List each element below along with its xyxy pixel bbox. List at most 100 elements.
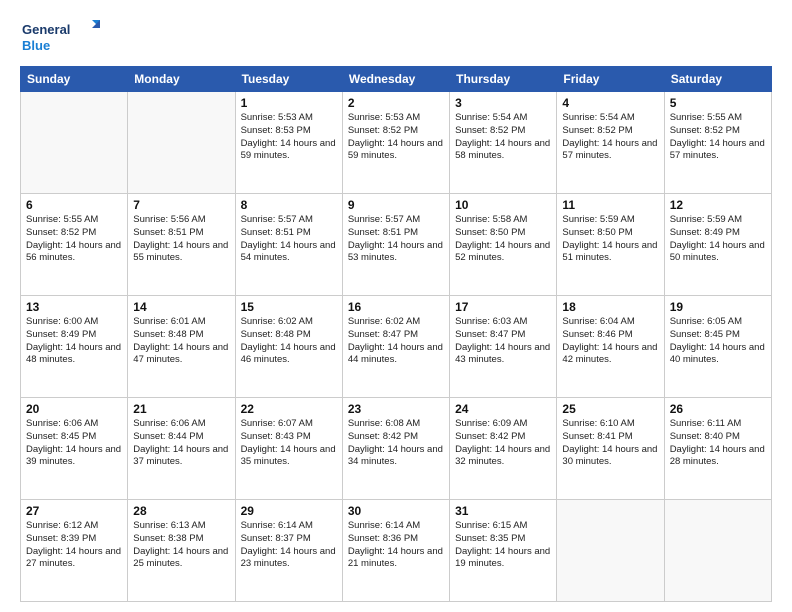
day-info: Sunrise: 5:56 AMSunset: 8:51 PMDaylight:… bbox=[133, 214, 229, 265]
day-number: 2 bbox=[348, 96, 444, 110]
day-info: Sunrise: 6:04 AMSunset: 8:46 PMDaylight:… bbox=[562, 316, 658, 367]
day-info: Sunrise: 5:59 AMSunset: 8:50 PMDaylight:… bbox=[562, 214, 658, 265]
day-number: 20 bbox=[26, 402, 122, 416]
page: General Blue SundayMondayTuesdayWednesda… bbox=[0, 0, 792, 612]
day-info: Sunrise: 5:55 AMSunset: 8:52 PMDaylight:… bbox=[670, 112, 766, 163]
day-number: 31 bbox=[455, 504, 551, 518]
calendar-cell: 28 Sunrise: 6:13 AMSunset: 8:38 PMDayligh… bbox=[128, 500, 235, 602]
calendar-cell: 11 Sunrise: 5:59 AMSunset: 8:50 PMDayligh… bbox=[557, 194, 664, 296]
day-info: Sunrise: 6:02 AMSunset: 8:47 PMDaylight:… bbox=[348, 316, 444, 367]
day-number: 7 bbox=[133, 198, 229, 212]
calendar-cell: 23 Sunrise: 6:08 AMSunset: 8:42 PMDayligh… bbox=[342, 398, 449, 500]
day-info: Sunrise: 6:00 AMSunset: 8:49 PMDaylight:… bbox=[26, 316, 122, 367]
day-number: 28 bbox=[133, 504, 229, 518]
calendar-week-row: 27 Sunrise: 6:12 AMSunset: 8:39 PMDayligh… bbox=[21, 500, 772, 602]
day-number: 26 bbox=[670, 402, 766, 416]
calendar-cell: 9Sunrise: 5:57 AMSunset: 8:51 PMDaylight… bbox=[342, 194, 449, 296]
calendar-cell: 22 Sunrise: 6:07 AMSunset: 8:43 PMDayligh… bbox=[235, 398, 342, 500]
day-info: Sunrise: 5:59 AMSunset: 8:49 PMDaylight:… bbox=[670, 214, 766, 265]
day-number: 8 bbox=[241, 198, 337, 212]
day-info: Sunrise: 5:55 AMSunset: 8:52 PMDaylight:… bbox=[26, 214, 122, 265]
day-number: 14 bbox=[133, 300, 229, 314]
logo-svg: General Blue bbox=[20, 16, 100, 56]
col-header-sunday: Sunday bbox=[21, 67, 128, 92]
calendar-cell: 3 Sunrise: 5:54 AMSunset: 8:52 PMDaylight… bbox=[450, 92, 557, 194]
day-number: 27 bbox=[26, 504, 122, 518]
day-info: Sunrise: 6:10 AMSunset: 8:41 PMDaylight:… bbox=[562, 418, 658, 469]
col-header-monday: Monday bbox=[128, 67, 235, 92]
calendar-cell: 8Sunrise: 5:57 AMSunset: 8:51 PMDaylight… bbox=[235, 194, 342, 296]
calendar-cell: 15Sunrise: 6:02 AMSunset: 8:48 PMDayligh… bbox=[235, 296, 342, 398]
calendar-cell: 5Sunrise: 5:55 AMSunset: 8:52 PMDaylight… bbox=[664, 92, 771, 194]
day-info: Sunrise: 5:58 AMSunset: 8:50 PMDaylight:… bbox=[455, 214, 551, 265]
calendar-week-row: 20 Sunrise: 6:06 AMSunset: 8:45 PMDayligh… bbox=[21, 398, 772, 500]
calendar-cell bbox=[21, 92, 128, 194]
calendar-cell: 4Sunrise: 5:54 AMSunset: 8:52 PMDaylight… bbox=[557, 92, 664, 194]
day-number: 12 bbox=[670, 198, 766, 212]
day-info: Sunrise: 6:12 AMSunset: 8:39 PMDaylight:… bbox=[26, 520, 122, 571]
day-number: 25 bbox=[562, 402, 658, 416]
calendar-cell: 14 Sunrise: 6:01 AMSunset: 8:48 PMDayligh… bbox=[128, 296, 235, 398]
day-number: 30 bbox=[348, 504, 444, 518]
calendar-cell: 31 Sunrise: 6:15 AMSunset: 8:35 PMDayligh… bbox=[450, 500, 557, 602]
col-header-thursday: Thursday bbox=[450, 67, 557, 92]
day-info: Sunrise: 5:53 AMSunset: 8:52 PMDaylight:… bbox=[348, 112, 444, 163]
day-info: Sunrise: 6:01 AMSunset: 8:48 PMDaylight:… bbox=[133, 316, 229, 367]
calendar-cell: 2 Sunrise: 5:53 AMSunset: 8:52 PMDaylight… bbox=[342, 92, 449, 194]
calendar-cell: 21Sunrise: 6:06 AMSunset: 8:44 PMDayligh… bbox=[128, 398, 235, 500]
day-number: 23 bbox=[348, 402, 444, 416]
day-info: Sunrise: 6:15 AMSunset: 8:35 PMDaylight:… bbox=[455, 520, 551, 571]
calendar-cell: 10 Sunrise: 5:58 AMSunset: 8:50 PMDayligh… bbox=[450, 194, 557, 296]
calendar-cell: 1Sunrise: 5:53 AMSunset: 8:53 PMDaylight… bbox=[235, 92, 342, 194]
day-info: Sunrise: 6:07 AMSunset: 8:43 PMDaylight:… bbox=[241, 418, 337, 469]
day-info: Sunrise: 6:13 AMSunset: 8:38 PMDaylight:… bbox=[133, 520, 229, 571]
day-number: 10 bbox=[455, 198, 551, 212]
day-number: 15 bbox=[241, 300, 337, 314]
day-number: 3 bbox=[455, 96, 551, 110]
day-number: 29 bbox=[241, 504, 337, 518]
calendar-cell: 26Sunrise: 6:11 AMSunset: 8:40 PMDayligh… bbox=[664, 398, 771, 500]
calendar-cell bbox=[557, 500, 664, 602]
calendar-cell: 18 Sunrise: 6:04 AMSunset: 8:46 PMDayligh… bbox=[557, 296, 664, 398]
day-info: Sunrise: 6:06 AMSunset: 8:45 PMDaylight:… bbox=[26, 418, 122, 469]
svg-text:Blue: Blue bbox=[22, 38, 50, 53]
calendar-cell: 24 Sunrise: 6:09 AMSunset: 8:42 PMDayligh… bbox=[450, 398, 557, 500]
calendar-week-row: 6 Sunrise: 5:55 AMSunset: 8:52 PMDaylight… bbox=[21, 194, 772, 296]
calendar-cell: 6 Sunrise: 5:55 AMSunset: 8:52 PMDaylight… bbox=[21, 194, 128, 296]
day-info: Sunrise: 6:14 AMSunset: 8:36 PMDaylight:… bbox=[348, 520, 444, 571]
col-header-tuesday: Tuesday bbox=[235, 67, 342, 92]
calendar-header-row: SundayMondayTuesdayWednesdayThursdayFrid… bbox=[21, 67, 772, 92]
day-info: Sunrise: 5:54 AMSunset: 8:52 PMDaylight:… bbox=[455, 112, 551, 163]
calendar-week-row: 13 Sunrise: 6:00 AMSunset: 8:49 PMDayligh… bbox=[21, 296, 772, 398]
calendar-cell: 7 Sunrise: 5:56 AMSunset: 8:51 PMDaylight… bbox=[128, 194, 235, 296]
day-info: Sunrise: 5:54 AMSunset: 8:52 PMDaylight:… bbox=[562, 112, 658, 163]
day-number: 22 bbox=[241, 402, 337, 416]
calendar-cell: 17Sunrise: 6:03 AMSunset: 8:47 PMDayligh… bbox=[450, 296, 557, 398]
calendar-cell bbox=[128, 92, 235, 194]
calendar-cell: 19Sunrise: 6:05 AMSunset: 8:45 PMDayligh… bbox=[664, 296, 771, 398]
day-number: 9 bbox=[348, 198, 444, 212]
logo: General Blue bbox=[20, 16, 100, 56]
col-header-friday: Friday bbox=[557, 67, 664, 92]
col-header-saturday: Saturday bbox=[664, 67, 771, 92]
calendar-week-row: 1Sunrise: 5:53 AMSunset: 8:53 PMDaylight… bbox=[21, 92, 772, 194]
day-number: 18 bbox=[562, 300, 658, 314]
day-number: 24 bbox=[455, 402, 551, 416]
day-number: 11 bbox=[562, 198, 658, 212]
calendar-cell: 12 Sunrise: 5:59 AMSunset: 8:49 PMDayligh… bbox=[664, 194, 771, 296]
calendar-cell: 13 Sunrise: 6:00 AMSunset: 8:49 PMDayligh… bbox=[21, 296, 128, 398]
svg-text:General: General bbox=[22, 22, 70, 37]
day-info: Sunrise: 6:03 AMSunset: 8:47 PMDaylight:… bbox=[455, 316, 551, 367]
day-info: Sunrise: 6:09 AMSunset: 8:42 PMDaylight:… bbox=[455, 418, 551, 469]
day-info: Sunrise: 6:05 AMSunset: 8:45 PMDaylight:… bbox=[670, 316, 766, 367]
day-number: 13 bbox=[26, 300, 122, 314]
day-number: 16 bbox=[348, 300, 444, 314]
day-info: Sunrise: 5:53 AMSunset: 8:53 PMDaylight:… bbox=[241, 112, 337, 163]
day-info: Sunrise: 6:08 AMSunset: 8:42 PMDaylight:… bbox=[348, 418, 444, 469]
calendar-cell: 25 Sunrise: 6:10 AMSunset: 8:41 PMDayligh… bbox=[557, 398, 664, 500]
calendar-cell: 27 Sunrise: 6:12 AMSunset: 8:39 PMDayligh… bbox=[21, 500, 128, 602]
day-number: 6 bbox=[26, 198, 122, 212]
header: General Blue bbox=[20, 16, 772, 56]
calendar-cell: 29Sunrise: 6:14 AMSunset: 8:37 PMDayligh… bbox=[235, 500, 342, 602]
calendar-cell: 16 Sunrise: 6:02 AMSunset: 8:47 PMDayligh… bbox=[342, 296, 449, 398]
